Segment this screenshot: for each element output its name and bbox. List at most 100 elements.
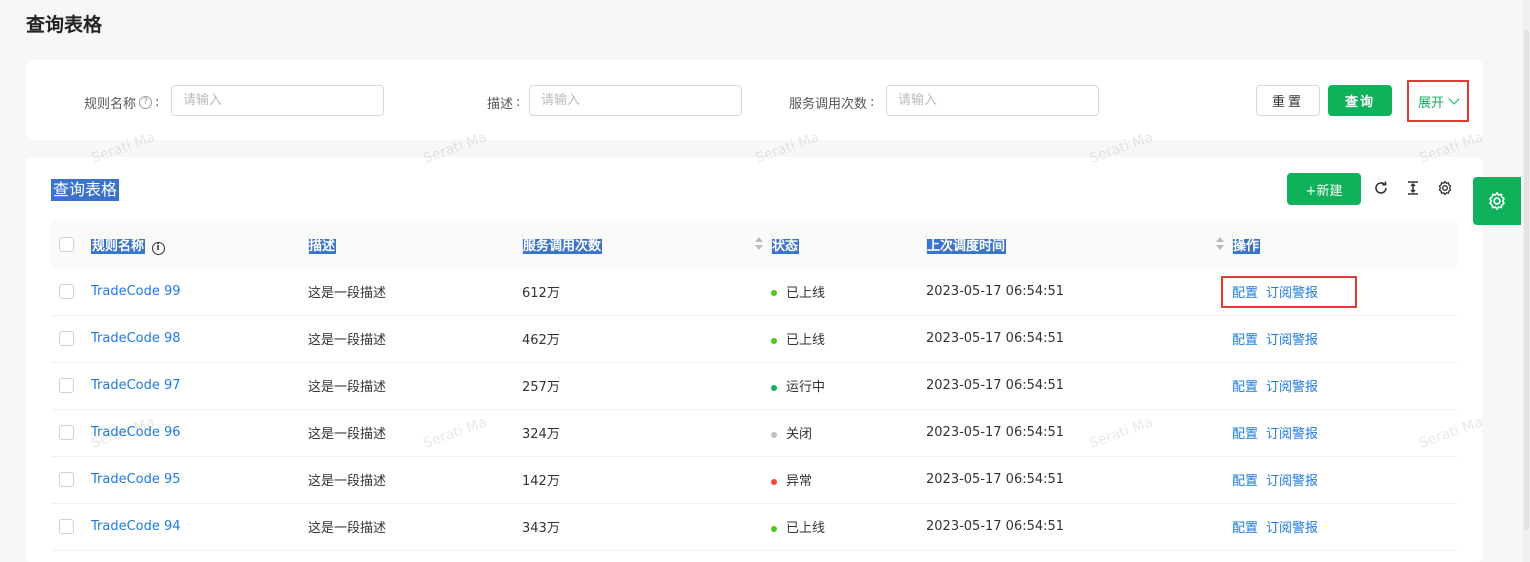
actions-cell: 配置 订阅警报: [1232, 503, 1457, 551]
subscribe-alert-link[interactable]: 订阅警报: [1266, 427, 1318, 442]
call-count-label: 服务调用次数:: [789, 95, 875, 112]
subscribe-alert-link[interactable]: 订阅警报: [1266, 474, 1318, 489]
subscribe-alert-link[interactable]: 订阅警报: [1266, 333, 1318, 348]
settings-icon[interactable]: [1436, 179, 1454, 197]
status-dot: [771, 384, 777, 391]
description-label: 描述:: [487, 95, 521, 112]
expand-toggle[interactable]: 展开: [1407, 80, 1469, 122]
call-count-cell: 612万: [522, 268, 771, 316]
checkbox[interactable]: [59, 331, 74, 346]
info-icon[interactable]: i: [151, 241, 165, 255]
checkbox[interactable]: [59, 472, 74, 487]
status-cell: 关闭: [771, 409, 926, 457]
checkbox[interactable]: [59, 283, 74, 299]
checkbox[interactable]: [59, 425, 74, 440]
header-description: 描述: [308, 221, 522, 268]
table-row: TradeCode 99 这是一段描述 612万 已上线 2023-05-17 06:5…: [51, 268, 1457, 316]
subscribe-alert-link[interactable]: 订阅警报: [1266, 521, 1318, 536]
status-badge: 异常: [786, 474, 813, 489]
rule-name-cell[interactable]: TradeCode 94: [91, 503, 308, 551]
rule-name-cell[interactable]: TradeCode 95: [91, 456, 308, 504]
checkbox[interactable]: [59, 519, 74, 534]
row-select[interactable]: [51, 362, 91, 410]
rule-name-cell[interactable]: TradeCode 96: [91, 409, 308, 457]
last-schedule-time-cell: 2023-05-17 06:54:51: [926, 315, 1232, 363]
chevron-down-icon: [1448, 93, 1460, 105]
header-last-schedule-time[interactable]: 上次调度时间: [926, 221, 1232, 268]
scrollbar-thumb[interactable]: [1524, 30, 1529, 530]
actions-cell: 配置 订阅警报: [1232, 268, 1457, 316]
checkbox[interactable]: [59, 378, 74, 393]
query-button[interactable]: 查询: [1328, 85, 1392, 116]
header-select-all[interactable]: [51, 221, 91, 268]
subscribe-alert-link[interactable]: 订阅警报: [1266, 380, 1318, 395]
rule-name-input[interactable]: [171, 85, 384, 116]
rule-name-link[interactable]: TradeCode 94: [91, 519, 181, 534]
status-cell: 已上线: [771, 268, 926, 316]
status-cell: 运行中: [771, 362, 926, 410]
status-badge: 已上线: [786, 333, 826, 348]
status-dot: [771, 337, 777, 344]
density-icon[interactable]: [1404, 179, 1422, 197]
help-icon[interactable]: ?: [139, 96, 153, 109]
configure-link[interactable]: 配置: [1232, 380, 1258, 395]
actions-cell: 配置 订阅警报: [1232, 456, 1457, 504]
refresh-icon[interactable]: [1372, 179, 1390, 197]
call-count-cell: 324万: [522, 409, 771, 457]
status-dot: [771, 431, 777, 438]
header-rule-name: 规则名称 i: [91, 221, 308, 268]
header-status: 状态: [771, 221, 926, 268]
rule-name-link[interactable]: TradeCode 96: [91, 425, 181, 440]
actions-cell: 配置 订阅警报: [1232, 315, 1457, 363]
status-badge: 运行中: [786, 380, 826, 395]
call-count-input[interactable]: [886, 85, 1099, 116]
table-row: TradeCode 98 这是一段描述 462万 已上线 2023-05-17 06:5…: [51, 315, 1457, 363]
configure-link[interactable]: 配置: [1232, 474, 1258, 489]
header-call-count[interactable]: 服务调用次数: [522, 221, 771, 268]
configure-link[interactable]: 配置: [1232, 333, 1258, 348]
sort-icon[interactable]: [1216, 237, 1224, 251]
configure-link[interactable]: 配置: [1232, 521, 1258, 536]
table-card: 查询表格 +新建 规则名称 i 描述 服务调用次数 状态 上次调度时间 操作 T…: [26, 157, 1482, 562]
table-row: TradeCode 96 这是一段描述 324万 关闭 2023-05-17 06:54…: [51, 409, 1457, 457]
rule-name-link[interactable]: TradeCode 97: [91, 378, 181, 393]
data-table: 规则名称 i 描述 服务调用次数 状态 上次调度时间 操作 TradeCode …: [51, 221, 1457, 551]
header-actions: 操作: [1232, 221, 1457, 268]
call-count-cell: 343万: [522, 503, 771, 551]
row-select[interactable]: [51, 315, 91, 363]
rule-name-link[interactable]: TradeCode 98: [91, 331, 181, 346]
rule-name-link[interactable]: TradeCode 99: [91, 284, 181, 299]
checkbox[interactable]: [59, 237, 74, 252]
rule-name-link[interactable]: TradeCode 95: [91, 472, 181, 487]
last-schedule-time-cell: 2023-05-17 06:54:51: [926, 268, 1232, 316]
status-badge: 已上线: [786, 521, 826, 536]
row-select[interactable]: [51, 268, 91, 316]
description-cell: 这是一段描述: [308, 503, 522, 551]
table-row: TradeCode 95 这是一段描述 142万 异常 2023-05-17 06:54…: [51, 456, 1457, 504]
description-cell: 这是一段描述: [308, 268, 522, 316]
status-badge: 已上线: [786, 285, 826, 301]
sort-icon[interactable]: [755, 237, 763, 251]
configure-link[interactable]: 配置: [1232, 286, 1258, 301]
description-cell: 这是一段描述: [308, 362, 522, 410]
page-title: 查询表格: [26, 14, 103, 36]
new-button[interactable]: +新建: [1287, 173, 1361, 205]
rule-name-cell[interactable]: TradeCode 99: [91, 268, 308, 316]
configure-link[interactable]: 配置: [1232, 427, 1258, 442]
description-input[interactable]: [529, 85, 742, 116]
subscribe-alert-link[interactable]: 订阅警报: [1266, 286, 1318, 301]
rule-name-cell[interactable]: TradeCode 98: [91, 315, 308, 363]
settings-drawer-button[interactable]: [1473, 177, 1521, 225]
rule-name-label: 规则名称 ? :: [84, 95, 160, 112]
description-cell: 这是一段描述: [308, 409, 522, 457]
row-select[interactable]: [51, 409, 91, 457]
table-title: 查询表格: [51, 179, 120, 201]
status-dot: [771, 525, 777, 532]
status-cell: 已上线: [771, 315, 926, 363]
reset-button[interactable]: 重置: [1256, 85, 1320, 116]
rule-name-cell[interactable]: TradeCode 97: [91, 362, 308, 410]
row-select[interactable]: [51, 456, 91, 504]
row-select[interactable]: [51, 503, 91, 551]
last-schedule-time-cell: 2023-05-17 06:54:51: [926, 409, 1232, 457]
status-dot: [771, 290, 777, 297]
